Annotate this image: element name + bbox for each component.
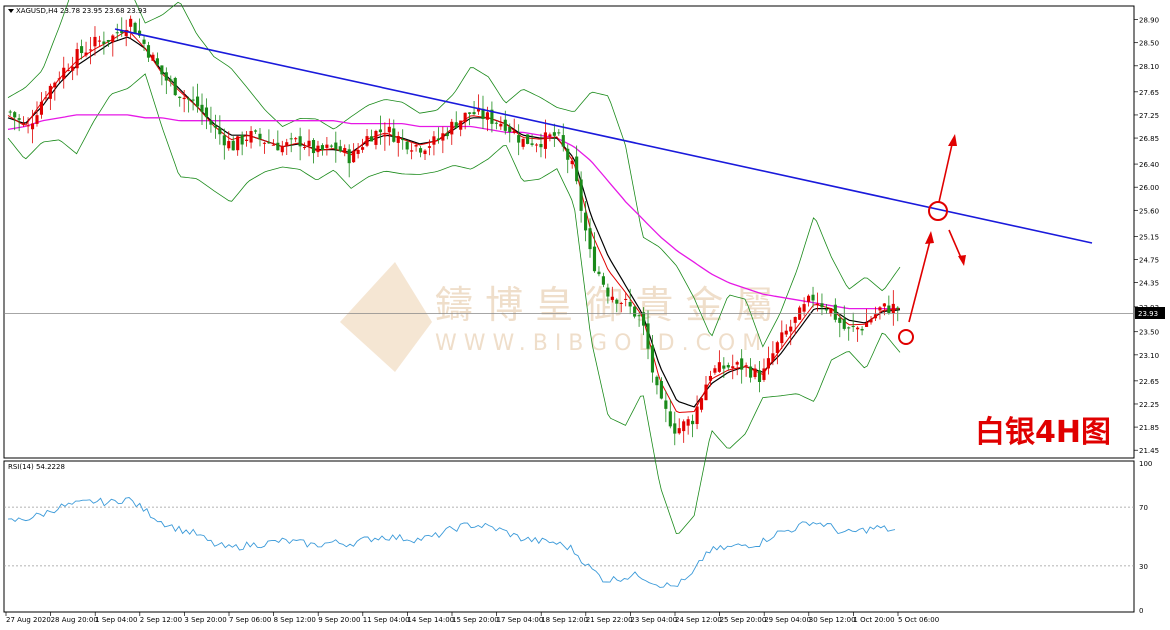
- x-tick-label: 1 Oct 20:00: [853, 616, 894, 624]
- x-tick-label: 29 Sep 04:00: [764, 616, 811, 624]
- watermark-text-chinese: 鑄 博 皇 御 貴 金 屬: [435, 283, 773, 327]
- chart-annotation: 白银4H图: [975, 415, 1111, 450]
- x-tick-label: 17 Sep 04:00: [497, 616, 544, 624]
- rsi-tick-label: 0: [1139, 607, 1143, 615]
- x-tick-label: 25 Sep 20:00: [720, 616, 767, 624]
- y-tick-label: 21.85: [1139, 424, 1159, 432]
- candle: [633, 305, 637, 319]
- candle: [173, 76, 177, 97]
- y-tick-label: 24.75: [1139, 256, 1159, 264]
- y-tick-label: 27.25: [1139, 112, 1159, 120]
- rsi-tick-label: 30: [1139, 563, 1148, 571]
- x-tick-label: 23 Sep 04:00: [630, 616, 677, 624]
- y-tick-label: 26.40: [1139, 161, 1159, 169]
- watermark-text-url: WWW.BIBGOLD.COM: [435, 331, 768, 356]
- x-tick-label: 8 Sep 12:00: [274, 616, 316, 624]
- x-tick-label: 30 Sep 12:00: [809, 616, 856, 624]
- x-tick-label: 18 Sep 12:00: [541, 616, 588, 624]
- y-tick-label: 23.50: [1139, 329, 1159, 337]
- y-tick-label: 25.15: [1139, 233, 1159, 241]
- x-tick-label: 1 Sep 04:00: [95, 616, 137, 624]
- rsi-panel-frame: [3, 460, 1135, 613]
- rsi-tick-label: 100: [1139, 460, 1152, 468]
- x-tick-label: 21 Sep 22:00: [586, 616, 633, 624]
- x-tick-label: 11 Sep 04:00: [363, 616, 410, 624]
- symbol-header: XAGUSD,H4 23.78 23.95 23.68 23.93: [16, 7, 147, 15]
- candle: [526, 134, 530, 145]
- x-axis: 27 Aug 2020 28 Aug 20:001 Sep 04:00 2 Sep …: [5, 612, 939, 624]
- chart-canvas: 鑄 博 皇 御 貴 金 屬 WWW.BIBGOLD.COM 28.90 28.50…: [3, 0, 1165, 624]
- y-tick-label: 22.65: [1139, 378, 1159, 386]
- x-tick-label: 7 Sep 06:00: [229, 616, 271, 624]
- y-tick-label: 21.45: [1139, 447, 1159, 455]
- y-tick-label: 28.10: [1139, 63, 1159, 71]
- x-tick-label: 2 Sep 12:00: [140, 616, 182, 624]
- x-tick-label: 5 Oct 06:00: [898, 616, 939, 624]
- y-tick-label: 22.25: [1139, 401, 1159, 409]
- x-tick-label: 9 Sep 20:00: [318, 616, 360, 624]
- y-tick-label: 23.10: [1139, 352, 1159, 360]
- y-tick-label: 24.35: [1139, 280, 1159, 288]
- y-tick-label: 26.85: [1139, 135, 1159, 143]
- y-tick-label: 25.60: [1139, 207, 1159, 215]
- x-tick-label: 27 Aug 2020: [6, 616, 51, 624]
- rsi-tick-label: 70: [1139, 504, 1148, 512]
- rsi-header: RSI(14) 54.2228: [8, 463, 65, 471]
- y-tick-label: 28.50: [1139, 40, 1159, 48]
- x-tick-label: 3 Sep 20:00: [184, 616, 226, 624]
- price-tag: 23.93: [1138, 310, 1158, 318]
- x-tick-label: 14 Sep 14:00: [407, 616, 454, 624]
- x-tick-label: 15 Sep 20:00: [452, 616, 499, 624]
- candle: [133, 21, 137, 34]
- y-tick-label: 27.65: [1139, 89, 1159, 97]
- main-panel-frame: [3, 5, 1135, 459]
- y-tick-label: 28.90: [1139, 17, 1159, 25]
- x-tick-label: 28 Aug 20:00: [51, 616, 98, 624]
- x-tick-label: 24 Sep 12:00: [675, 616, 722, 624]
- y-tick-label: 26.00: [1139, 184, 1159, 192]
- candle: [798, 305, 802, 321]
